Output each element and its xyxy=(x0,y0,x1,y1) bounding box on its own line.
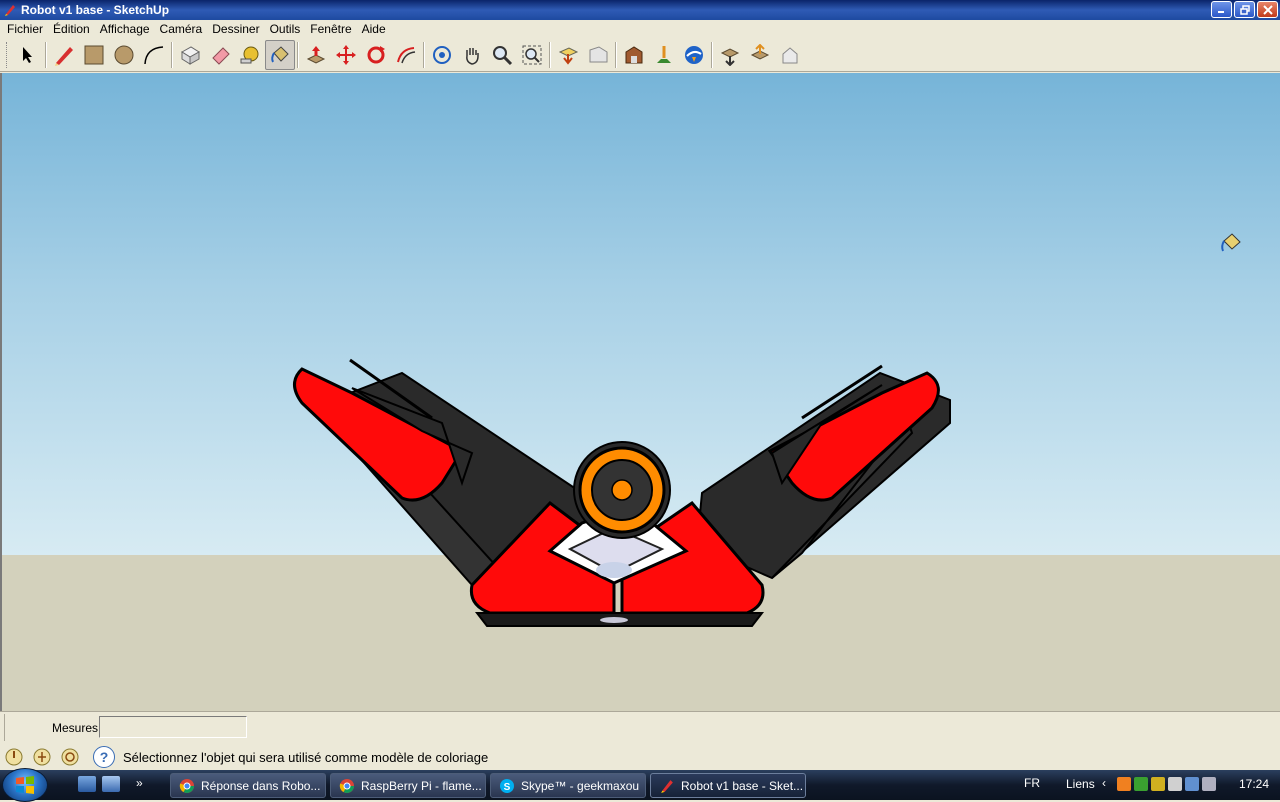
sketchup-app-icon xyxy=(3,3,17,17)
language-indicator[interactable]: FR xyxy=(1024,776,1040,790)
measures-bar: Mesures xyxy=(0,711,1280,743)
circle-tool-icon[interactable] xyxy=(109,40,139,70)
get-models-icon[interactable] xyxy=(715,40,745,70)
chrome-icon xyxy=(179,778,195,794)
move-tool-icon[interactable] xyxy=(331,40,361,70)
toolbar-separator xyxy=(45,42,47,68)
credits-icon[interactable] xyxy=(31,746,53,768)
google-earth-icon[interactable] xyxy=(679,40,709,70)
next-view-icon[interactable] xyxy=(583,40,613,70)
minimize-icon[interactable] xyxy=(1211,1,1232,18)
toolbar-separator xyxy=(171,42,173,68)
taskbar: » Réponse dans Robo... RaspBerry Pi - fl… xyxy=(0,768,1280,802)
menu-edition[interactable]: Édition xyxy=(48,20,95,39)
taskbar-item-label: RaspBerry Pi - flame... xyxy=(361,778,482,793)
measures-input[interactable] xyxy=(99,716,247,738)
select-tool-icon[interactable] xyxy=(13,40,43,70)
sketchup-icon xyxy=(659,778,675,794)
zoom-tool-icon[interactable] xyxy=(487,40,517,70)
add-location-icon[interactable] xyxy=(649,40,679,70)
rectangle-tool-icon[interactable] xyxy=(79,40,109,70)
maximize-icon[interactable] xyxy=(1234,1,1255,18)
tray-network-icon[interactable] xyxy=(1185,777,1199,791)
toolbar-separator xyxy=(549,42,551,68)
paint-bucket-cursor-icon xyxy=(1218,231,1244,255)
share-model-icon[interactable] xyxy=(745,40,775,70)
links-chevron-icon[interactable]: ‹ xyxy=(1102,776,1106,790)
links-toolbar[interactable]: Liens xyxy=(1066,777,1095,791)
taskbar-item-label: Skype™ - geekmaxou xyxy=(521,778,640,793)
make-component-icon[interactable] xyxy=(175,40,205,70)
tray-power-icon[interactable] xyxy=(1168,777,1182,791)
measures-label: Mesures xyxy=(52,721,99,735)
menu-fichier[interactable]: Fichier xyxy=(2,20,48,39)
status-text: Sélectionnez l'objet qui sera utilisé co… xyxy=(123,749,489,765)
quick-launch xyxy=(78,776,120,792)
system-tray xyxy=(1117,777,1216,791)
show-desktop-icon[interactable] xyxy=(78,776,96,792)
windows-logo-icon xyxy=(16,776,34,794)
taskbar-item-label: Robot v1 base - Sket... xyxy=(681,778,804,793)
tray-app-icon[interactable] xyxy=(1134,777,1148,791)
paint-bucket-icon[interactable] xyxy=(265,40,295,70)
quick-launch-chevron-icon[interactable]: » xyxy=(136,776,143,790)
offset-tool-icon[interactable] xyxy=(391,40,421,70)
svg-text:S: S xyxy=(504,782,511,793)
title-bar: Robot v1 base - SketchUp xyxy=(0,0,1280,20)
menu-affichage[interactable]: Affichage xyxy=(95,20,155,39)
tray-app-icon[interactable] xyxy=(1117,777,1131,791)
tape-measure-icon[interactable] xyxy=(235,40,265,70)
window-title: Robot v1 base - SketchUp xyxy=(21,3,170,17)
measures-divider xyxy=(4,714,6,741)
status-bar: ? Sélectionnez l'objet qui sera utilisé … xyxy=(0,744,1280,770)
taskbar-item-sketchup[interactable]: Robot v1 base - Sket... xyxy=(650,773,806,798)
orbit-tool-icon[interactable] xyxy=(427,40,457,70)
taskbar-item-skype[interactable]: S Skype™ - geekmaxou xyxy=(490,773,646,798)
rotate-tool-icon[interactable] xyxy=(361,40,391,70)
tray-volume-icon[interactable] xyxy=(1202,777,1216,791)
skype-icon: S xyxy=(499,778,515,794)
geolocation-icon[interactable] xyxy=(3,746,25,768)
eraser-tool-icon[interactable] xyxy=(205,40,235,70)
toolbar xyxy=(0,39,1280,72)
zoom-extents-icon[interactable] xyxy=(517,40,547,70)
push-pull-icon[interactable] xyxy=(301,40,331,70)
toolbar-separator xyxy=(423,42,425,68)
menu-bar: Fichier Édition Affichage Caméra Dessine… xyxy=(0,20,1280,39)
help-icon[interactable]: ? xyxy=(93,746,115,768)
toolbar-grip[interactable] xyxy=(6,42,9,68)
robot-model[interactable] xyxy=(2,73,1280,711)
toolbar-separator xyxy=(297,42,299,68)
chrome-icon xyxy=(339,778,355,794)
switch-windows-icon[interactable] xyxy=(102,776,120,792)
clock[interactable]: 17:24 xyxy=(1239,777,1269,791)
taskbar-item-chrome-2[interactable]: RaspBerry Pi - flame... xyxy=(330,773,486,798)
tray-shield-icon[interactable] xyxy=(1151,777,1165,791)
taskbar-item-chrome-1[interactable]: Réponse dans Robo... xyxy=(170,773,326,798)
menu-aide[interactable]: Aide xyxy=(357,20,391,39)
arc-tool-icon[interactable] xyxy=(139,40,169,70)
menu-outils[interactable]: Outils xyxy=(265,20,306,39)
share-component-icon[interactable] xyxy=(775,40,805,70)
toolbar-separator xyxy=(711,42,713,68)
user-icon[interactable] xyxy=(59,746,81,768)
close-icon[interactable] xyxy=(1257,1,1278,18)
menu-camera[interactable]: Caméra xyxy=(155,20,208,39)
toolbar-separator xyxy=(615,42,617,68)
drawing-viewport[interactable] xyxy=(0,73,1280,711)
pencil-tool-icon[interactable] xyxy=(49,40,79,70)
warehouse-icon[interactable] xyxy=(619,40,649,70)
menu-fenetre[interactable]: Fenêtre xyxy=(305,20,356,39)
menu-dessiner[interactable]: Dessiner xyxy=(207,20,264,39)
taskbar-item-label: Réponse dans Robo... xyxy=(201,778,321,793)
previous-view-icon[interactable] xyxy=(553,40,583,70)
pan-tool-icon[interactable] xyxy=(457,40,487,70)
start-button[interactable] xyxy=(2,768,48,802)
